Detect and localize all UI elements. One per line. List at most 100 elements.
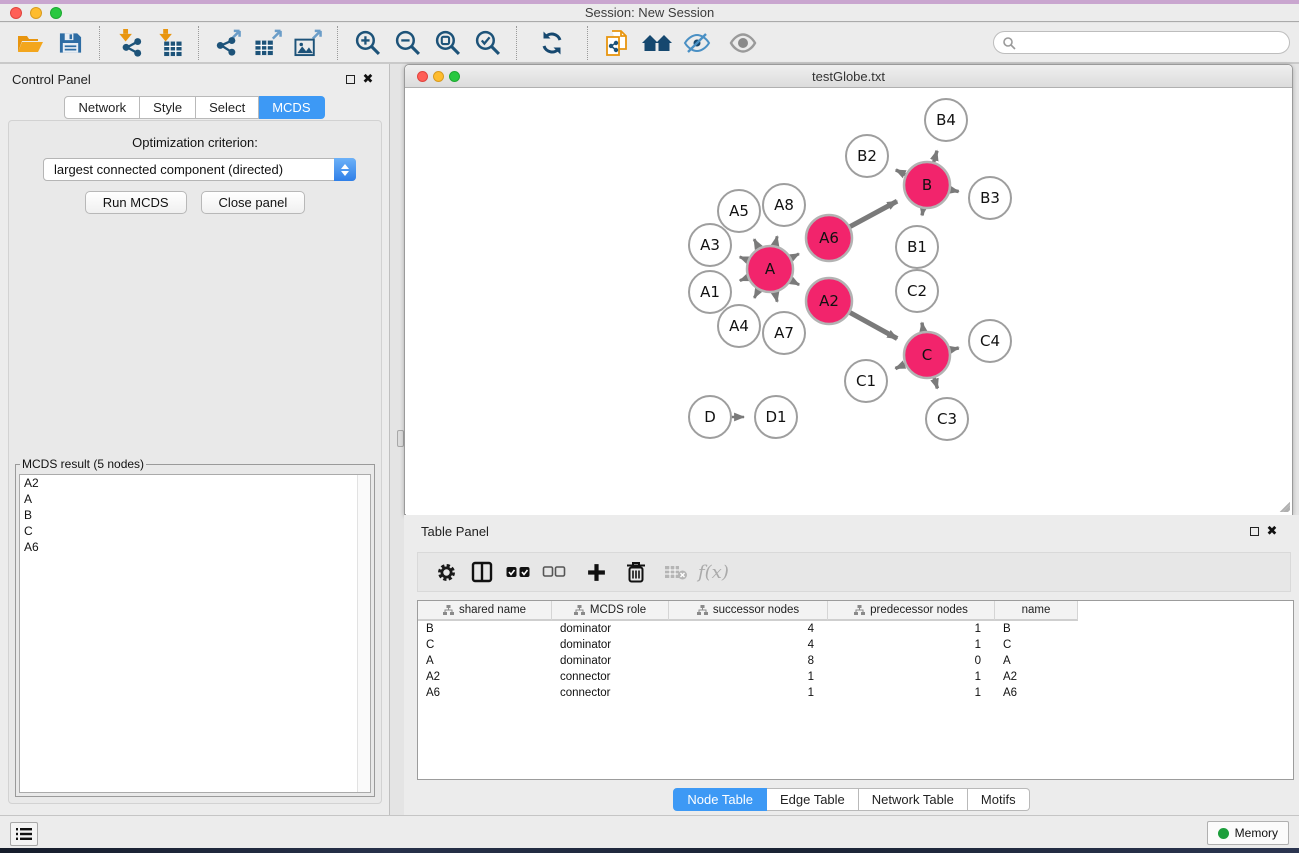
float-panel-icon[interactable]	[341, 75, 359, 84]
node-C2[interactable]: C2	[896, 270, 938, 312]
edge-A-A6[interactable]	[791, 254, 799, 258]
node-D1[interactable]: D1	[755, 396, 797, 438]
node-D[interactable]: D	[689, 396, 731, 438]
table-cell[interactable]: A2	[418, 669, 552, 685]
edge-A6-B[interactable]	[850, 201, 897, 226]
table-cell[interactable]: C	[418, 637, 552, 653]
task-history-button[interactable]	[10, 822, 38, 846]
node-B4[interactable]: B4	[925, 99, 967, 141]
float-table-panel-icon[interactable]	[1245, 527, 1263, 536]
search-field[interactable]	[993, 31, 1290, 54]
zoom-out-icon[interactable]	[389, 27, 425, 59]
table-cell[interactable]: 4	[669, 621, 828, 637]
table-cell[interactable]: dominator	[552, 653, 669, 669]
edge-C-C1[interactable]	[895, 364, 904, 368]
tab-network-table[interactable]: Network Table	[859, 788, 968, 811]
edge-B-B4[interactable]	[934, 151, 937, 162]
table-cell[interactable]: B	[418, 621, 552, 637]
window-resize-grip[interactable]	[1276, 498, 1290, 512]
table-row[interactable]: A6connector11A6	[418, 685, 1293, 701]
close-panel-icon[interactable]: ✖	[359, 71, 377, 87]
table-cell[interactable]: 1	[828, 621, 995, 637]
zoom-in-icon[interactable]	[349, 27, 385, 59]
select-all-icon[interactable]	[500, 555, 536, 589]
tab-node-table[interactable]: Node Table	[673, 788, 767, 811]
mcds-result-list[interactable]: A2ABCA6	[19, 474, 371, 793]
edge-B-B1[interactable]	[922, 209, 923, 216]
node-C3[interactable]: C3	[926, 398, 968, 440]
table-row[interactable]: Bdominator41B	[418, 621, 1293, 637]
zoom-fit-icon[interactable]	[429, 27, 465, 59]
table-cell[interactable]: A6	[995, 685, 1078, 701]
tab-mcds[interactable]: MCDS	[259, 96, 324, 119]
memory-button[interactable]: Memory	[1207, 821, 1289, 845]
table-cell[interactable]: 8	[669, 653, 828, 669]
search-input[interactable]	[1021, 36, 1281, 50]
edge-C-C4[interactable]	[950, 348, 958, 350]
save-session-icon[interactable]	[52, 27, 88, 59]
panel-splitter-handle[interactable]	[397, 430, 404, 447]
mcds-result-item[interactable]: A2	[20, 475, 370, 491]
table-cell[interactable]: A	[418, 653, 552, 669]
column-header-name[interactable]: name	[995, 601, 1078, 621]
column-header-mcds-role[interactable]: MCDS role	[552, 601, 669, 621]
table-cell[interactable]: connector	[552, 669, 669, 685]
deselect-all-icon[interactable]	[536, 555, 572, 589]
node-A4[interactable]: A4	[718, 305, 760, 347]
edge-B-B2[interactable]	[896, 170, 906, 175]
node-C4[interactable]: C4	[969, 320, 1011, 362]
table-cell[interactable]: 0	[828, 653, 995, 669]
node-A5[interactable]: A5	[718, 190, 760, 232]
tab-edge-table[interactable]: Edge Table	[767, 788, 859, 811]
table-row[interactable]: Adominator80A	[418, 653, 1293, 669]
network-window-titlebar[interactable]: testGlobe.txt	[405, 65, 1292, 88]
refresh-icon[interactable]	[534, 27, 570, 59]
mcds-result-item[interactable]: A6	[20, 539, 370, 555]
export-network-icon[interactable]	[210, 27, 246, 59]
node-A2[interactable]: A2	[806, 278, 852, 324]
open-session-icon[interactable]	[12, 27, 48, 59]
node-A1[interactable]: A1	[689, 271, 731, 313]
table-cell[interactable]: A	[995, 653, 1078, 669]
export-table-icon[interactable]	[250, 27, 286, 59]
node-B1[interactable]: B1	[896, 226, 938, 268]
node-C1[interactable]: C1	[845, 360, 887, 402]
import-table-icon[interactable]	[151, 27, 187, 59]
node-A6[interactable]: A6	[806, 215, 852, 261]
node-A7[interactable]: A7	[763, 312, 805, 354]
new-network-from-selection-icon[interactable]	[599, 27, 635, 59]
scrollbar[interactable]	[357, 475, 370, 792]
table-cell[interactable]: 1	[828, 637, 995, 653]
home-icon[interactable]	[639, 27, 675, 59]
edge-C-C2[interactable]	[922, 323, 923, 332]
criterion-dropdown[interactable]: largest connected component (directed)	[43, 158, 356, 181]
column-header-shared-name[interactable]: shared name	[418, 601, 552, 621]
table-cell[interactable]: 1	[828, 685, 995, 701]
table-cell[interactable]: connector	[552, 685, 669, 701]
tab-motifs[interactable]: Motifs	[968, 788, 1030, 811]
table-cell[interactable]: 4	[669, 637, 828, 653]
table-cell[interactable]: 1	[669, 669, 828, 685]
column-header-predecessor-nodes[interactable]: predecessor nodes	[828, 601, 995, 621]
tab-network[interactable]: Network	[64, 96, 140, 119]
table-cell[interactable]: C	[995, 637, 1078, 653]
hide-selected-icon[interactable]	[679, 27, 715, 59]
close-table-panel-icon[interactable]: ✖	[1263, 523, 1281, 539]
gear-icon[interactable]	[428, 555, 464, 589]
edge-A-A2[interactable]	[791, 280, 799, 284]
edge-A-A5[interactable]	[754, 239, 759, 248]
table-row[interactable]: Cdominator41C	[418, 637, 1293, 653]
columns-icon[interactable]	[464, 555, 500, 589]
edge-A-A7[interactable]	[775, 292, 777, 301]
node-A3[interactable]: A3	[689, 224, 731, 266]
mcds-result-item[interactable]: B	[20, 507, 370, 523]
edge-A2-C[interactable]	[850, 313, 897, 339]
delete-icon[interactable]	[618, 555, 654, 589]
import-network-icon[interactable]	[111, 27, 147, 59]
node-A8[interactable]: A8	[763, 184, 805, 226]
export-image-icon[interactable]	[290, 27, 326, 59]
mcds-result-item[interactable]: C	[20, 523, 370, 539]
edge-A-A4[interactable]	[754, 290, 758, 298]
node-B[interactable]: B	[904, 162, 950, 208]
close-panel-button[interactable]: Close panel	[201, 191, 306, 214]
